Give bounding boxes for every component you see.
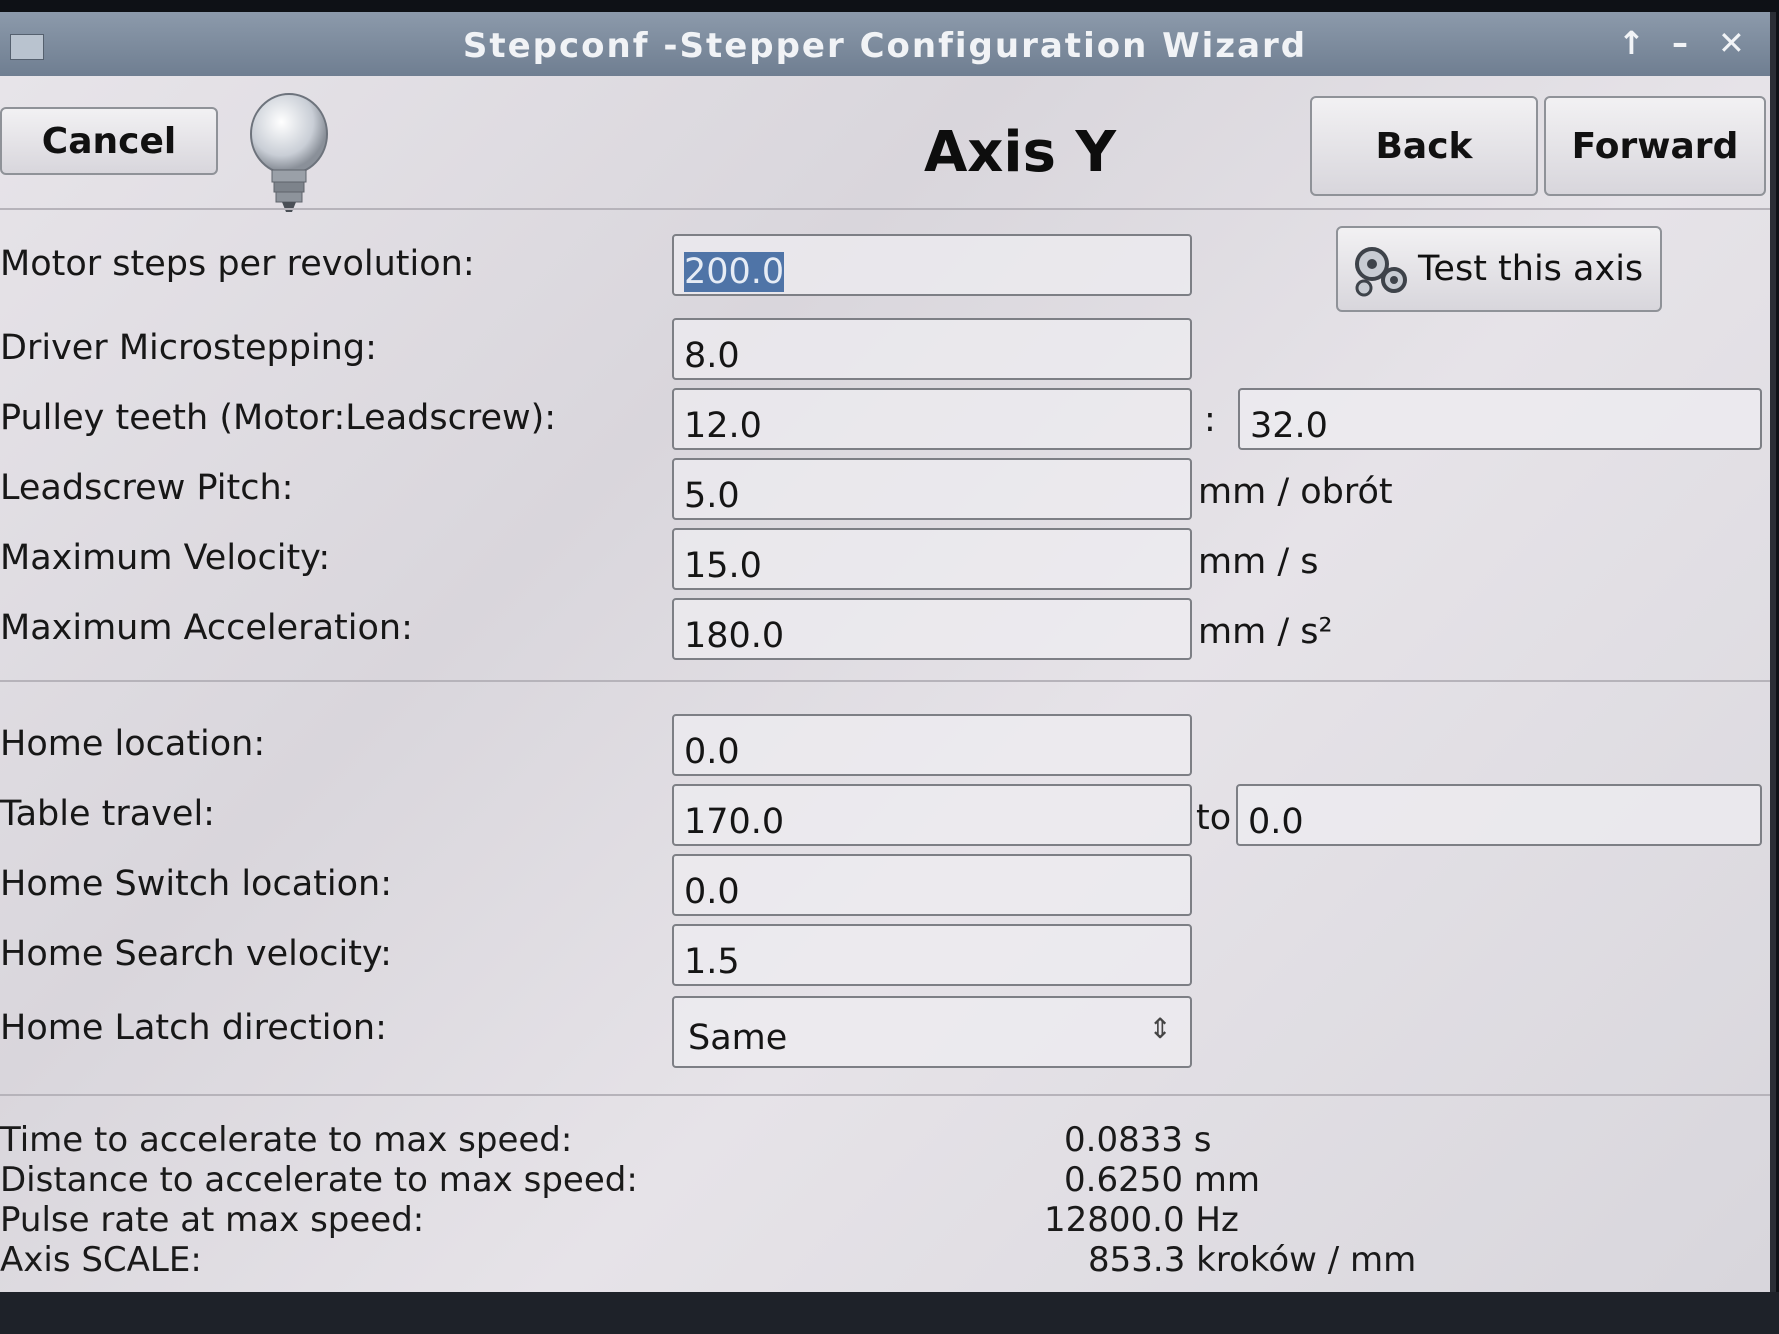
home-switch-input[interactable]: 0.0 — [672, 854, 1192, 916]
wizard-window: Stepconf -Stepper Configuration Wizard ↑… — [0, 12, 1776, 1292]
pulley-separator: : — [1204, 400, 1216, 440]
pitch-input[interactable]: 5.0 — [672, 458, 1192, 520]
homing-separator — [0, 1094, 1770, 1096]
motor-separator — [0, 680, 1770, 682]
window-up-button[interactable]: ↑ — [1618, 24, 1645, 62]
home-location-input[interactable]: 0.0 — [672, 714, 1192, 776]
max-velocity-input[interactable]: 15.0 — [672, 528, 1192, 590]
cancel-button[interactable]: Cancel — [0, 107, 218, 175]
accel-distance-value: 0.6250 mm — [1064, 1160, 1261, 1200]
latch-direction-select[interactable]: Same ⇕ — [672, 996, 1192, 1068]
gears-icon — [1355, 247, 1407, 297]
pulley-leadscrew-input[interactable]: 32.0 — [1238, 388, 1762, 450]
window-minimize-button[interactable]: – — [1672, 24, 1688, 62]
accel-time-value: 0.0833 s — [1064, 1120, 1212, 1160]
pulse-rate-value: 12800.0 Hz — [1044, 1200, 1239, 1240]
window-title: Stepconf -Stepper Configuration Wizard — [462, 26, 1308, 66]
pitch-unit: mm / obrót — [1198, 472, 1393, 512]
back-button[interactable]: Back — [1310, 96, 1538, 196]
toolbar-separator — [0, 208, 1770, 210]
max-accel-input[interactable]: 180.0 — [672, 598, 1192, 660]
latch-direction-value: Same — [688, 1018, 788, 1058]
table-travel-from-input[interactable]: 170.0 — [672, 784, 1192, 846]
title-bar[interactable]: Stepconf -Stepper Configuration Wizard ↑… — [0, 12, 1770, 76]
forward-button[interactable]: Forward — [1544, 96, 1766, 196]
max-velocity-unit: mm / s — [1198, 542, 1319, 582]
updown-arrows-icon: ⇕ — [1148, 1012, 1172, 1045]
table-travel-to-input[interactable]: 0.0 — [1236, 784, 1762, 846]
test-axis-button[interactable]: Test this axis — [1336, 226, 1662, 312]
pitch-label: Leadscrew Pitch: — [0, 468, 294, 508]
max-velocity-label: Maximum Velocity: — [0, 538, 331, 578]
table-travel-to-label: to — [1196, 798, 1232, 838]
table-travel-label: Table travel: — [0, 794, 215, 834]
page-title: Axis Y — [923, 120, 1117, 185]
microstepping-label: Driver Microstepping: — [0, 328, 377, 368]
axis-scale-label: Axis SCALE: — [0, 1240, 202, 1280]
steps-per-rev-input[interactable]: 200.0 — [672, 234, 1192, 296]
home-switch-label: Home Switch location: — [0, 864, 392, 904]
search-velocity-label: Home Search velocity: — [0, 934, 392, 974]
max-accel-label: Maximum Acceleration: — [0, 608, 413, 648]
microstepping-input[interactable]: 8.0 — [672, 318, 1192, 380]
pulse-rate-label: Pulse rate at max speed: — [0, 1200, 425, 1240]
desktop-taskbar — [0, 1292, 1779, 1334]
home-location-label: Home location: — [0, 724, 266, 764]
accel-distance-label: Distance to accelerate to max speed: — [0, 1160, 638, 1200]
window-close-button[interactable]: ✕ — [1718, 24, 1745, 62]
steps-per-rev-label: Motor steps per revolution: — [0, 244, 475, 284]
latch-direction-label: Home Latch direction: — [0, 1008, 387, 1048]
axis-scale-value: 853.3 kroków / mm — [1088, 1240, 1417, 1280]
pulley-label: Pulley teeth (Motor:Leadscrew): — [0, 398, 557, 438]
accel-time-label: Time to accelerate to max speed: — [0, 1120, 573, 1160]
pulley-motor-input[interactable]: 12.0 — [672, 388, 1192, 450]
max-accel-unit: mm / s² — [1198, 612, 1333, 652]
test-axis-label: Test this axis — [1418, 249, 1644, 289]
search-velocity-input[interactable]: 1.5 — [672, 924, 1192, 986]
lightbulb-icon — [250, 93, 328, 212]
